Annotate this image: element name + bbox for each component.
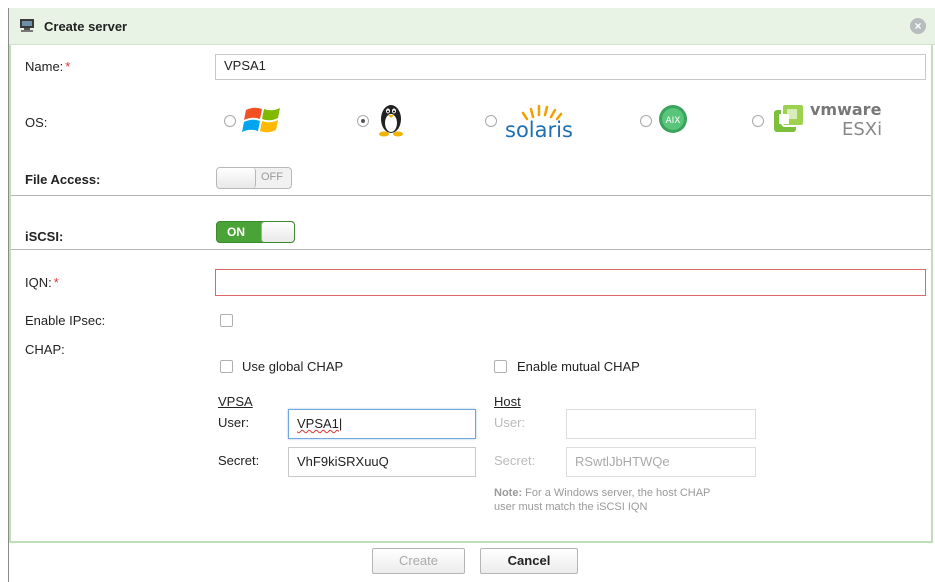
host-secret-label: Secret: [494, 453, 536, 468]
os-radio-aix[interactable] [640, 115, 652, 127]
enable-mutual-chap-label[interactable]: Enable mutual CHAP [517, 359, 640, 374]
enable-ipsec-checkbox[interactable] [220, 314, 233, 327]
svg-text:solaris: solaris [505, 118, 573, 141]
host-chap-note: Note: For a Windows server, the host CHA… [494, 487, 711, 513]
create-button[interactable]: Create [372, 548, 465, 574]
iqn-label: IQN: * [25, 275, 59, 290]
os-radio-linux[interactable] [357, 115, 369, 127]
host-secret-input[interactable]: RSwtlJbHTWQe [566, 447, 756, 477]
svg-text:AIX: AIX [666, 116, 681, 126]
file-access-label: File Access: [25, 172, 101, 187]
windows-logo-icon[interactable] [242, 102, 286, 138]
toggle-knob [217, 168, 256, 188]
divider [11, 249, 931, 250]
dialog-title: Create server [44, 19, 128, 34]
use-global-chap-label[interactable]: Use global CHAP [242, 359, 343, 374]
svg-text:vmware: vmware [810, 100, 882, 119]
host-heading: Host [494, 394, 521, 409]
chap-label: CHAP: [25, 342, 65, 357]
required-marker: * [65, 59, 71, 74]
aix-logo-icon[interactable]: AIX [658, 104, 688, 134]
vpsa-secret-input[interactable]: VhF9kiSRXuuQ [288, 447, 476, 477]
os-radio-solaris[interactable] [485, 115, 497, 127]
cancel-button[interactable]: Cancel [480, 548, 578, 574]
solaris-logo-icon[interactable]: solaris [503, 101, 603, 141]
svg-text:ESXi: ESXi [842, 119, 882, 140]
use-global-chap-checkbox[interactable] [220, 360, 233, 373]
vpsa-user-input[interactable]: VPSA1| [288, 409, 476, 439]
divider [11, 195, 931, 196]
dialog-content: Name: * VPSA1 OS: solaris AIX vmware ESX… [9, 45, 933, 543]
enable-mutual-chap-checkbox[interactable] [494, 360, 507, 373]
os-radio-vmware-esxi[interactable] [752, 115, 764, 127]
vpsa-heading: VPSA [218, 394, 253, 409]
enable-ipsec-label: Enable IPsec: [25, 313, 106, 328]
os-radio-windows[interactable] [224, 115, 236, 127]
dialog-footer: Create Cancel [9, 543, 935, 582]
os-label: OS: [25, 115, 48, 130]
toggle-state: OFF [261, 171, 283, 183]
toggle-knob [261, 222, 294, 242]
iqn-input[interactable] [215, 269, 926, 296]
server-icon [20, 19, 34, 32]
file-access-toggle[interactable]: OFF [216, 167, 292, 189]
toggle-state: ON [227, 225, 245, 239]
create-server-dialog: Create server × Name: * VPSA1 OS: solari… [8, 8, 935, 582]
vmware-esxi-logo-icon[interactable]: vmware ESXi [770, 98, 930, 140]
vpsa-secret-label: Secret: [218, 453, 260, 468]
iscsi-label: iSCSI: [25, 229, 64, 244]
iscsi-toggle[interactable]: ON [216, 221, 295, 243]
linux-tux-icon[interactable] [376, 101, 406, 137]
name-label: Name: * [25, 59, 71, 74]
host-user-label: User: [494, 415, 526, 430]
dialog-titlebar: Create server × [9, 8, 935, 45]
close-icon[interactable]: × [910, 18, 926, 34]
required-marker: * [53, 275, 59, 290]
vpsa-user-label: User: [218, 415, 250, 430]
host-user-input[interactable] [566, 409, 756, 439]
name-input[interactable]: VPSA1 [215, 54, 926, 80]
